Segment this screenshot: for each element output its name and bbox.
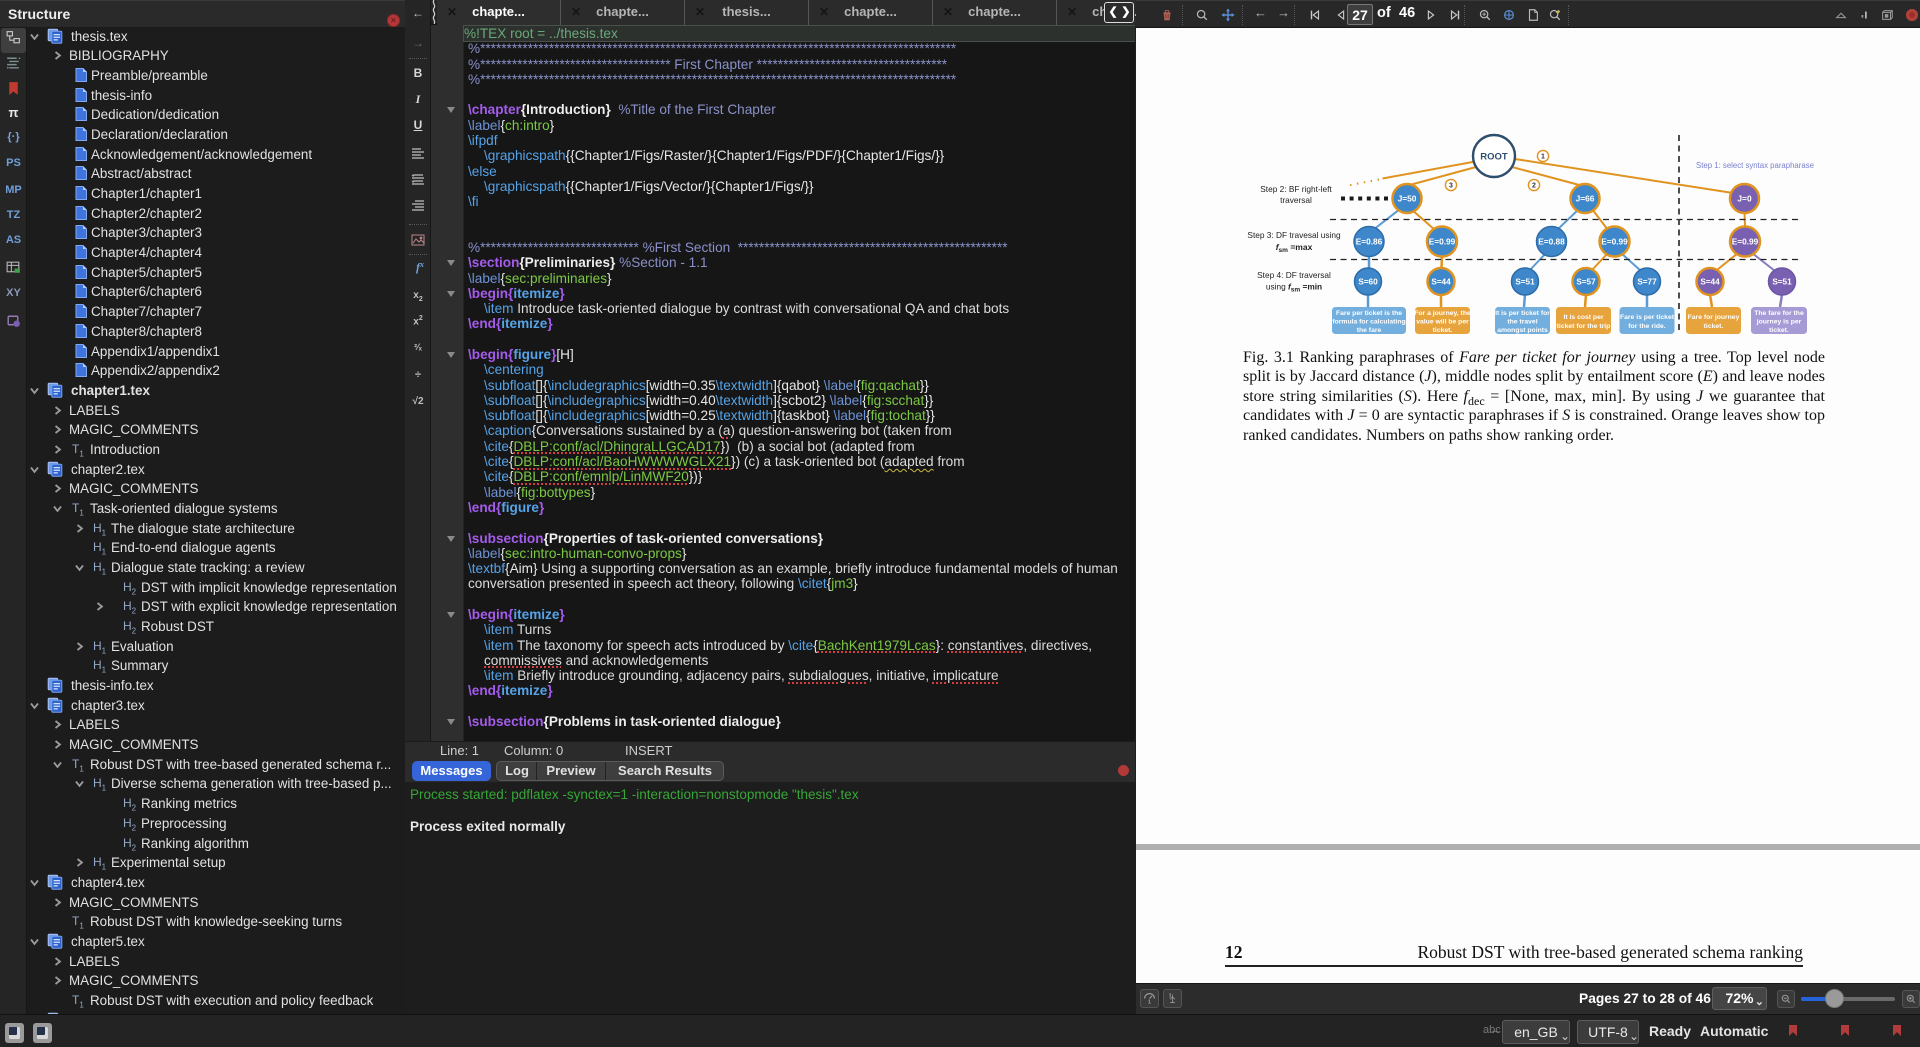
svg-text:It is cost per: It is cost per — [1563, 314, 1603, 321]
svg-text:1: 1 — [1541, 154, 1545, 161]
svg-text:S=44: S=44 — [1700, 277, 1720, 286]
svg-text:Step 2: BF right-left: Step 2: BF right-left — [1260, 184, 1332, 194]
svg-text:S=60: S=60 — [1358, 277, 1378, 286]
svg-text:Fare is per ticket: Fare is per ticket — [1620, 314, 1675, 321]
svg-text:ticket for the trip: ticket for the trip — [1557, 323, 1611, 330]
svg-text:fsm =max: fsm =max — [1276, 242, 1313, 254]
svg-text:It is per ticket for: It is per ticket for — [1495, 310, 1550, 317]
svg-text:the travel: the travel — [1507, 319, 1537, 326]
svg-text:ticket.: ticket. — [1769, 327, 1789, 334]
svg-text:3: 3 — [1449, 183, 1453, 190]
svg-text:S=51: S=51 — [1515, 277, 1535, 286]
svg-text:S=77: S=77 — [1637, 277, 1657, 286]
svg-text:for the ride.: for the ride. — [1628, 323, 1665, 330]
svg-text:value will be per: value will be per — [1416, 319, 1469, 326]
svg-text:E=0.99: E=0.99 — [1601, 236, 1628, 246]
svg-text:Step 3: DF travesal using: Step 3: DF travesal using — [1247, 230, 1341, 240]
svg-text:Step 1: select syntax paraphar: Step 1: select syntax parapharase — [1696, 161, 1814, 170]
svg-text:E=0.88: E=0.88 — [1538, 236, 1565, 246]
svg-text:2: 2 — [1532, 183, 1536, 190]
svg-text:Fare for journey: Fare for journey — [1688, 314, 1740, 321]
svg-text:Fare per ticket is the: Fare per ticket is the — [1336, 310, 1402, 317]
svg-text:ROOT: ROOT — [1480, 151, 1508, 162]
svg-text:the fare: the fare — [1357, 327, 1382, 334]
svg-text:E=0.99: E=0.99 — [1732, 236, 1759, 246]
svg-text:E=0.99: E=0.99 — [1429, 236, 1456, 246]
svg-text:formula for calculating: formula for calculating — [1332, 319, 1405, 326]
svg-text:The fare for the: The fare for the — [1754, 310, 1804, 317]
svg-text:using fsm =min: using fsm =min — [1266, 282, 1322, 294]
svg-text:J=50: J=50 — [1398, 193, 1417, 203]
svg-text:1: 1 — [1148, 999, 1151, 1005]
svg-text:J=66: J=66 — [1576, 193, 1595, 203]
svg-text:journey is per: journey is per — [1756, 319, 1802, 326]
svg-text:S=57: S=57 — [1576, 277, 1596, 286]
svg-text:For a journey, the: For a journey, the — [1414, 310, 1471, 317]
svg-text:ticket.: ticket. — [1704, 323, 1724, 330]
svg-text:E=0.86: E=0.86 — [1356, 236, 1383, 246]
svg-text:amongst points: amongst points — [1497, 327, 1548, 334]
svg-text:S=51: S=51 — [1772, 277, 1792, 286]
svg-text:Step 4: DF traversal: Step 4: DF traversal — [1257, 270, 1331, 280]
svg-text:S=44: S=44 — [1431, 277, 1451, 286]
svg-text:traversal: traversal — [1280, 195, 1312, 205]
svg-text:J=0: J=0 — [1737, 193, 1752, 203]
svg-text:ticket.: ticket. — [1433, 327, 1453, 334]
